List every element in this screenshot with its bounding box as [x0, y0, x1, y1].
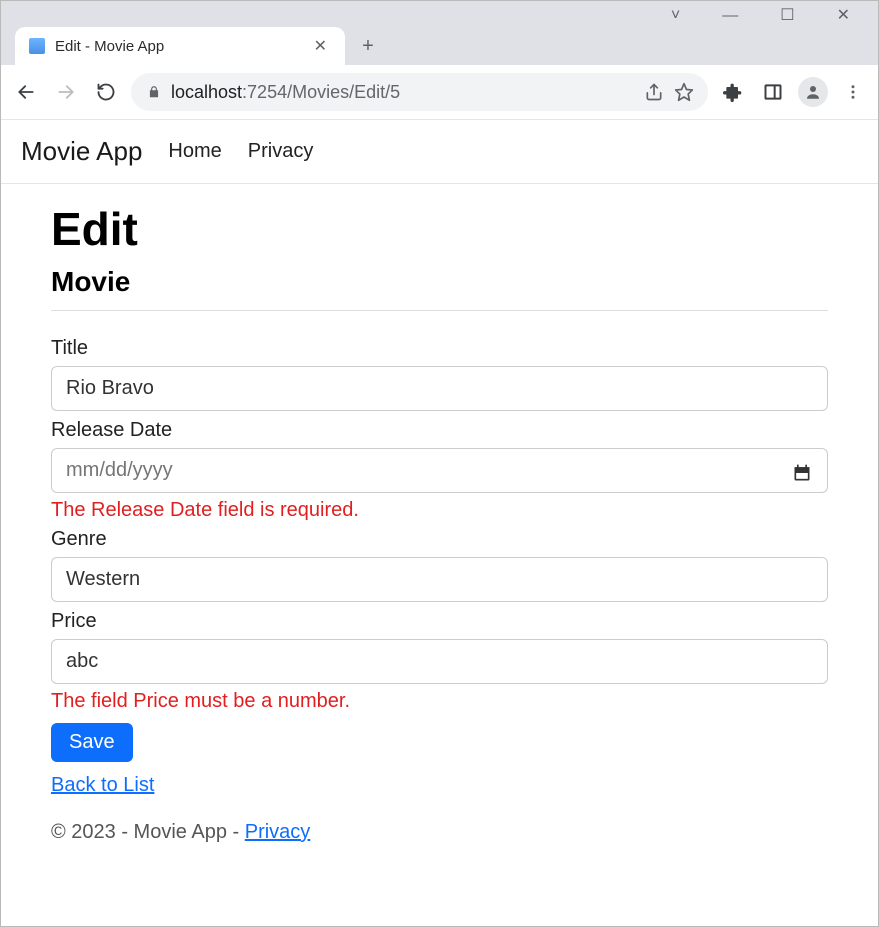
tab-close-icon[interactable]: ✕ [310, 34, 331, 58]
side-panel-button[interactable] [758, 77, 788, 107]
person-icon [804, 83, 822, 101]
url-path: :7254/Movies/Edit/5 [242, 82, 400, 102]
window-chevron-icon[interactable]: ˅ [671, 9, 680, 25]
window-maximize-icon[interactable]: ☐ [780, 9, 794, 25]
window-minimize-icon[interactable]: — [722, 9, 738, 25]
release-date-error: The Release Date field is required. [51, 499, 828, 522]
nav-privacy-link[interactable]: Privacy [248, 140, 314, 163]
bookmark-star-icon[interactable] [674, 82, 694, 102]
nav-home-link[interactable]: Home [168, 140, 221, 163]
favicon-icon [29, 38, 45, 54]
footer-privacy-link[interactable]: Privacy [245, 821, 311, 843]
menu-button[interactable] [838, 77, 868, 107]
brand-title[interactable]: Movie App [21, 136, 142, 167]
price-input[interactable] [51, 639, 828, 684]
extensions-button[interactable] [718, 77, 748, 107]
url-text: localhost:7254/Movies/Edit/5 [171, 82, 634, 103]
tab-bar: Edit - Movie App ✕ + [1, 25, 878, 65]
panel-icon [763, 82, 783, 102]
nav-back-button[interactable] [11, 77, 41, 107]
kebab-icon [844, 83, 862, 101]
lock-icon [147, 85, 161, 99]
puzzle-icon [723, 82, 743, 102]
url-host: localhost [171, 82, 242, 102]
browser-toolbar: localhost:7254/Movies/Edit/5 [1, 65, 878, 120]
window-close-icon[interactable]: ✕ [837, 9, 850, 25]
reload-button[interactable] [91, 77, 121, 107]
nav-forward-button[interactable] [51, 77, 81, 107]
tab-title: Edit - Movie App [55, 38, 300, 55]
release-date-input[interactable] [51, 448, 828, 493]
page-footer: © 2023 - Movie App - Privacy [1, 797, 878, 844]
arrow-left-icon [16, 82, 36, 102]
share-icon[interactable] [644, 82, 664, 102]
page-subtitle: Movie [51, 266, 828, 298]
address-bar[interactable]: localhost:7254/Movies/Edit/5 [131, 73, 708, 111]
new-tab-button[interactable]: + [353, 31, 383, 61]
price-label: Price [51, 610, 828, 633]
genre-label: Genre [51, 528, 828, 551]
price-error: The field Price must be a number. [51, 690, 828, 713]
arrow-right-icon [56, 82, 76, 102]
release-date-label: Release Date [51, 419, 828, 442]
profile-avatar[interactable] [798, 77, 828, 107]
reload-icon [96, 82, 116, 102]
page-title: Edit [51, 202, 828, 256]
footer-text: © 2023 - Movie App - [51, 821, 245, 843]
browser-chrome: ˅ — ☐ ✕ Edit - Movie App ✕ + [1, 1, 878, 65]
main-content: Edit Movie Title Release Date The Releas… [1, 184, 878, 797]
window-controls: ˅ — ☐ ✕ [1, 1, 878, 25]
title-input[interactable] [51, 366, 828, 411]
genre-input[interactable] [51, 557, 828, 602]
site-navbar: Movie App Home Privacy [1, 120, 878, 184]
title-label: Title [51, 337, 828, 360]
save-button[interactable]: Save [51, 723, 133, 762]
divider [51, 310, 828, 311]
back-to-list-link[interactable]: Back to List [51, 774, 154, 797]
browser-tab-active[interactable]: Edit - Movie App ✕ [15, 27, 345, 65]
